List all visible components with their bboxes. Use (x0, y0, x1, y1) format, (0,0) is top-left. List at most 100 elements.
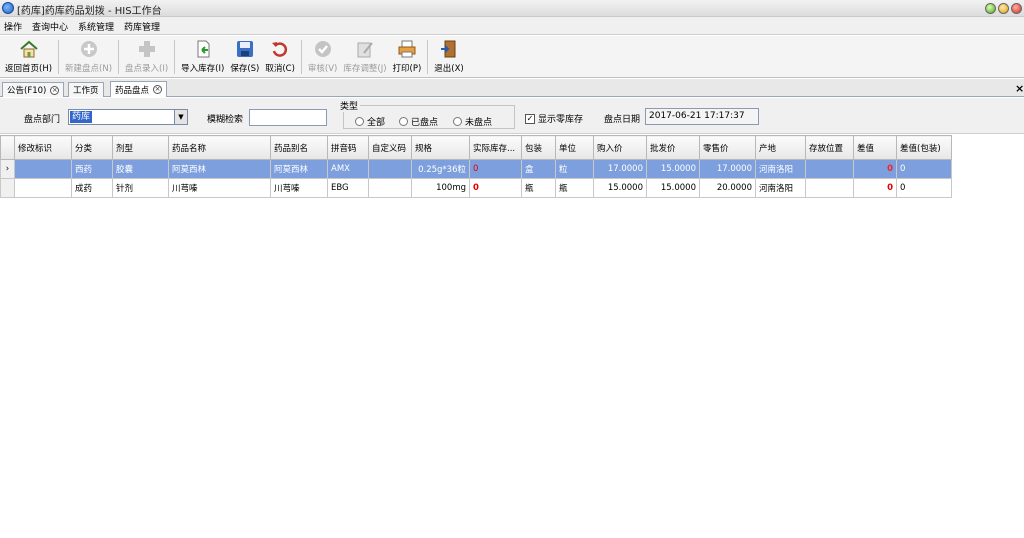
cancel-button[interactable]: 取消(C) (262, 36, 298, 76)
chevron-down-icon[interactable]: ▼ (174, 110, 187, 124)
show-zero-stock-checkbox[interactable]: ✓ 显示零库存 (525, 112, 583, 125)
table-cell[interactable] (805, 178, 854, 198)
column-header[interactable]: 零售价 (699, 135, 756, 160)
tab-label: 公告(F10) (7, 86, 47, 96)
table-cell[interactable]: 17.0000 (699, 159, 756, 179)
table-cell[interactable]: 瓶 (521, 178, 556, 198)
menu-pharmacy[interactable]: 药库管理 (120, 17, 166, 34)
radio-dot (355, 117, 364, 126)
maximize-button[interactable] (998, 3, 1009, 14)
table-cell[interactable]: 阿莫西林 (168, 159, 271, 179)
dept-select[interactable]: 药库 ▼ (68, 109, 188, 125)
row-pointer-icon: › (0, 159, 15, 179)
column-header[interactable]: 差值(包装) (896, 135, 952, 160)
new-inventory-button[interactable]: 新建盘点(N) (62, 36, 115, 76)
table-cell[interactable]: 20.0000 (699, 178, 756, 198)
table-cell[interactable]: 粒 (555, 159, 594, 179)
column-header[interactable]: 单位 (555, 135, 594, 160)
table-cell[interactable] (14, 178, 72, 198)
tab-close-icon[interactable]: × (50, 85, 60, 95)
column-header[interactable]: 药品别名 (270, 135, 328, 160)
radio-counted[interactable]: 已盘点 (399, 115, 438, 128)
table-cell[interactable]: 河南洛阳 (755, 159, 806, 179)
menu-system[interactable]: 系统管理 (74, 17, 120, 34)
table-cell[interactable] (14, 159, 72, 179)
print-icon (397, 39, 417, 59)
table-cell[interactable]: 15.0000 (593, 178, 647, 198)
table-cell[interactable]: 西药 (71, 159, 113, 179)
column-header[interactable]: 分类 (71, 135, 113, 160)
tab-announcement[interactable]: 公告(F10) × (2, 82, 65, 97)
table-cell[interactable]: 河南洛阳 (755, 178, 806, 198)
column-header[interactable]: 修改标识 (14, 135, 72, 160)
table-cell[interactable]: 川芎嗪 (168, 178, 271, 198)
table-cell[interactable]: 0 (853, 178, 897, 198)
table-cell[interactable]: 针剂 (112, 178, 169, 198)
toolbar-separator (118, 40, 120, 74)
radio-all[interactable]: 全部 (355, 115, 385, 128)
home-button[interactable]: 返回首页(H) (2, 36, 55, 76)
column-header[interactable]: 存放位置 (805, 135, 854, 160)
column-header[interactable]: 购入价 (593, 135, 647, 160)
show-zero-stock-label: 显示零库存 (538, 115, 584, 125)
table-cell[interactable] (368, 178, 412, 198)
column-header[interactable]: 差值 (853, 135, 897, 160)
table-cell[interactable]: 胶囊 (112, 159, 169, 179)
column-header[interactable]: 拼音码 (327, 135, 369, 160)
column-header[interactable]: 剂型 (112, 135, 169, 160)
table-cell[interactable]: 0 (896, 178, 952, 198)
document-tab-strip: 公告(F10) × 工作页 药品盘点 × × (0, 79, 1024, 97)
column-header[interactable]: 规格 (411, 135, 470, 160)
table-cell[interactable] (368, 159, 412, 179)
inventory-entry-button[interactable]: 盘点录入(I) (122, 36, 171, 76)
row-indicator-header (0, 135, 15, 160)
table-cell[interactable]: 0 (469, 178, 522, 198)
save-button[interactable]: 保存(S) (227, 36, 262, 76)
column-header[interactable]: 产地 (755, 135, 806, 160)
column-header[interactable]: 实际库存... (469, 135, 522, 160)
minimize-button[interactable] (985, 3, 996, 14)
table-cell[interactable]: 0.25g*36粒 (411, 159, 470, 179)
table-cell[interactable]: AMX (327, 159, 369, 179)
stock-adjust-button[interactable]: 库存调整(J) (340, 36, 389, 76)
radio-uncounted[interactable]: 未盘点 (453, 115, 492, 128)
table-cell[interactable]: 0 (853, 159, 897, 179)
column-header[interactable]: 批发价 (646, 135, 700, 160)
tab-close-icon[interactable]: × (153, 85, 163, 94)
column-header[interactable]: 自定义码 (368, 135, 412, 160)
date-field[interactable]: 2017-06-21 17:17:37 (645, 108, 759, 125)
menu-operate[interactable]: 操作 (0, 17, 28, 34)
title-bar: [药库]药库药品划拨 - HIS工作台 (0, 0, 1024, 17)
table-cell[interactable]: 0 (896, 159, 952, 179)
tab-inventory[interactable]: 药品盘点 × (110, 81, 168, 97)
table-cell[interactable]: 阿莫西林 (270, 159, 328, 179)
close-icon[interactable]: × (1015, 82, 1024, 95)
print-button[interactable]: 打印(P) (390, 36, 425, 76)
menu-query-center[interactable]: 查询中心 (28, 17, 74, 34)
table-cell[interactable]: 17.0000 (593, 159, 647, 179)
close-button[interactable] (1011, 3, 1022, 14)
table-cell[interactable]: 0 (469, 159, 522, 179)
exit-button[interactable]: 退出(X) (431, 36, 466, 76)
import-stock-button[interactable]: 导入库存(I) (178, 36, 227, 76)
import-icon (193, 39, 213, 59)
table-cell[interactable]: 川芎嗪 (270, 178, 328, 198)
column-header[interactable]: 药品名称 (168, 135, 271, 160)
table-cell[interactable]: 100mg (411, 178, 470, 198)
tab-workpage[interactable]: 工作页 (68, 82, 104, 97)
table-cell[interactable]: 盒 (521, 159, 556, 179)
toolbar: 返回首页(H) 新建盘点(N) 盘点录入(I) 导入库存(I) 保存(S) 取消… (0, 36, 1024, 78)
column-header[interactable]: 包装 (521, 135, 556, 160)
approve-button[interactable]: 审核(V) (305, 36, 340, 76)
table-cell[interactable]: 15.0000 (646, 178, 700, 198)
table-row[interactable]: › 西药 胶囊 阿莫西林 阿莫西林 AMX 0.25g*36粒 0 盒 粒 17… (0, 159, 952, 179)
window-title: [药库]药库药品划拨 - HIS工作台 (17, 6, 162, 17)
table-cell[interactable]: EBG (327, 178, 369, 198)
type-group-title: 类型 (338, 99, 361, 112)
table-cell[interactable] (805, 159, 854, 179)
table-row[interactable]: 成药 针剂 川芎嗪 川芎嗪 EBG 100mg 0 瓶 瓶 15.0000 15… (0, 178, 952, 198)
search-input[interactable] (249, 109, 327, 126)
table-cell[interactable]: 15.0000 (646, 159, 700, 179)
table-cell[interactable]: 成药 (71, 178, 113, 198)
table-cell[interactable]: 瓶 (555, 178, 594, 198)
